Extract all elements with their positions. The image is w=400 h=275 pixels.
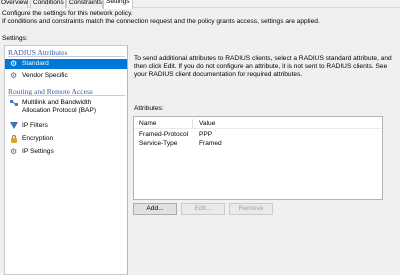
- filter-icon: [10, 122, 18, 130]
- add-button[interactable]: Add...: [133, 203, 177, 215]
- nav-item-multilink-bap[interactable]: Multilink and Bandwidth Allocation Proto…: [5, 99, 127, 117]
- tab-strip: Overview Conditions Constraints Settings: [0, 0, 400, 9]
- nav-item-label: Standard: [22, 60, 49, 67]
- table-row[interactable]: Framed-Protocol PPP: [139, 131, 379, 139]
- page-description: Configure the settings for this network …: [2, 10, 398, 26]
- attributes-label: Attributes:: [134, 105, 164, 112]
- nav-item-encryption[interactable]: Encryption: [5, 135, 127, 145]
- column-separator[interactable]: [192, 119, 193, 128]
- nav-item-label: Encryption: [22, 135, 54, 142]
- tab-conditions[interactable]: Conditions: [30, 0, 66, 8]
- nav-item-vendor-specific[interactable]: ⚙ Vendor Specific: [5, 72, 127, 82]
- instructions-text: To send additional attributes to RADIUS …: [134, 55, 392, 78]
- description-line-1: Configure the settings for this network …: [2, 10, 133, 17]
- gear-icon: ⚙: [10, 71, 18, 80]
- nav-item-ip-filters[interactable]: IP Filters: [5, 122, 127, 132]
- tab-constraints[interactable]: Constraints: [66, 0, 103, 8]
- group-divider: [8, 56, 125, 57]
- nav-item-ip-settings[interactable]: ⚙ IP Settings: [5, 148, 127, 158]
- header-divider: [134, 128, 382, 129]
- gear-icon: ⚙: [10, 59, 18, 68]
- table-row[interactable]: Service-Type Framed: [139, 140, 379, 148]
- lock-icon: [10, 135, 18, 143]
- attribute-value: Framed: [199, 140, 222, 147]
- attribute-name: Service-Type: [139, 140, 178, 147]
- nav-item-label: Multilink and Bandwidth Allocation Proto…: [22, 99, 97, 114]
- gear-icon: ⚙: [10, 147, 18, 156]
- nav-group-routing-remote-access: Routing and Remote Access: [5, 87, 127, 96]
- description-line-2: If conditions and constraints match the …: [2, 18, 320, 25]
- column-header-name[interactable]: Name: [139, 120, 157, 127]
- nav-item-standard[interactable]: ⚙ Standard: [5, 59, 127, 69]
- multilink-icon: [10, 99, 18, 107]
- column-header-value[interactable]: Value: [199, 120, 215, 127]
- settings-nav-panel: RADIUS Attributes ⚙ Standard ⚙ Vendor Sp…: [4, 45, 128, 275]
- remove-button[interactable]: Remove: [229, 203, 273, 215]
- nav-group-radius-attributes: RADIUS Attributes: [5, 48, 127, 57]
- nav-item-label: Vendor Specific: [22, 72, 68, 79]
- attribute-value: PPP: [199, 131, 213, 138]
- edit-button[interactable]: Edit...: [181, 203, 225, 215]
- nav-item-label: IP Filters: [22, 122, 48, 129]
- tab-settings[interactable]: Settings: [103, 0, 133, 9]
- attribute-name: Framed-Protocol: [139, 131, 189, 138]
- nav-item-label: IP Settings: [22, 148, 54, 155]
- tab-overview[interactable]: Overview: [0, 0, 28, 8]
- attributes-list[interactable]: Name Value Framed-Protocol PPP Service-T…: [133, 116, 383, 200]
- settings-label: Settings:: [2, 35, 28, 42]
- group-divider: [8, 95, 125, 96]
